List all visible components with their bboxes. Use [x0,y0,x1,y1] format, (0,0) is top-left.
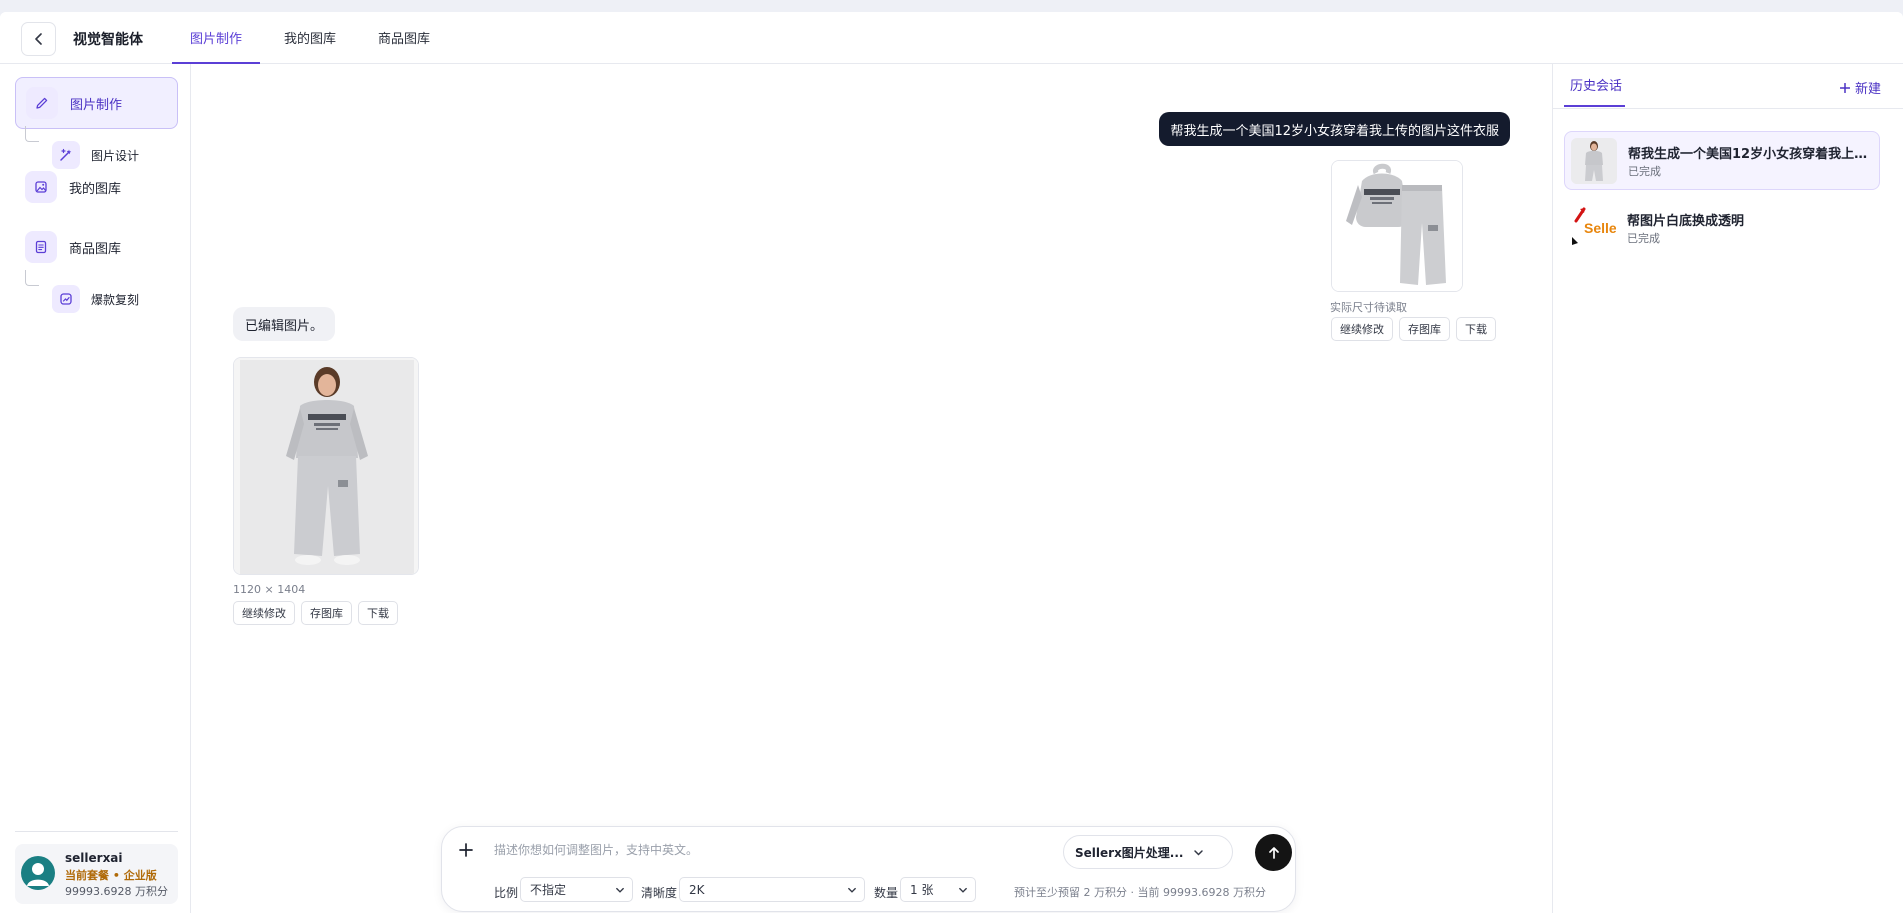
sidebar-item-product-gallery[interactable]: 商品图库 [15,221,178,273]
result-size: 1120 × 1404 [233,583,306,596]
user-message: 帮我生成一个美国12岁小女孩穿着我上传的图片这件衣服 [1159,112,1510,146]
plus-icon [459,843,473,857]
count-label: 数量 [874,886,899,900]
plus-icon [1839,82,1850,93]
history-item-title: 帮图片白底换成透明 [1627,214,1745,229]
sidebar-item-label: 我的图库 [69,181,122,197]
chevron-down-icon [1194,849,1204,856]
user-points: 99993.6928 万积分 [65,885,168,898]
uploaded-image[interactable] [1331,160,1463,292]
chevron-down-icon [616,887,624,893]
upload-actions: 继续修改 存图库 下载 [1331,317,1496,341]
back-button[interactable] [21,22,56,56]
history-thumbnail: Seller [1570,205,1616,251]
add-attachment-button[interactable] [457,841,475,859]
ai-message: 已编辑图片。 [233,307,336,341]
sidebar-item-label: 商品图库 [69,241,122,257]
result-actions: 继续修改 存图库 下载 [233,601,398,625]
sidebar-item-label: 爆款复刻 [91,292,140,307]
send-button[interactable] [1255,834,1292,871]
sidebar-divider [15,831,178,832]
ratio-label: 比例 [494,886,519,900]
composer: Sellerx图片处理... 比例 不指定 清晰度 2K 数量 1 张 预计至少… [441,826,1296,912]
history-panel: 历史会话 新建 帮我生成一个美国12岁小女孩穿着我上传的图片这件衣服 已完成 S… [1552,64,1903,913]
arrow-up-icon [1268,846,1279,859]
ratio-select-value: 不指定 [530,883,567,897]
tree-connector [25,270,39,286]
new-session-label: 新建 [1854,82,1881,97]
chevron-down-icon [848,887,856,893]
app-title: 视觉智能体 [73,32,143,48]
count-select[interactable]: 1 张 [900,877,976,902]
sidebar-item-my-gallery[interactable]: 我的图库 [15,161,178,213]
history-item-status: 已完成 [1627,232,1660,245]
sidebar-item-image-creation[interactable]: 图片制作 [15,77,178,129]
prompt-input[interactable] [494,838,1054,862]
upload-size-note: 实际尺寸待读取 [1330,301,1407,314]
download-button[interactable]: 下载 [358,601,398,625]
girl-outfit-image [234,358,418,574]
clarity-label: 清晰度 [641,886,678,900]
continue-edit-button[interactable]: 继续修改 [1331,317,1393,341]
continue-edit-button[interactable]: 继续修改 [233,601,295,625]
chat-area: 帮我生成一个美国12岁小女孩穿着我上传的图片这件衣服 实际尺寸待读取 继续修改 … [191,64,1552,913]
tab-image-creation[interactable]: 图片制作 [172,12,261,64]
app-window: 视觉智能体 图片制作 我的图库 商品图库 图片制作 图片设计 我的图库 商品图库… [0,12,1903,913]
clarity-select-value: 2K [689,882,705,897]
history-item-title: 帮我生成一个美国12岁小女孩穿着我上传的图片这件衣服 [1628,147,1873,162]
save-to-gallery-button[interactable]: 存图库 [1399,317,1450,341]
ratio-select[interactable]: 不指定 [520,877,633,902]
new-session-button[interactable]: 新建 [1839,78,1881,97]
history-item[interactable]: Seller 帮图片白底换成透明 已完成 [1564,199,1880,258]
image-icon [25,171,57,203]
user-name: sellerxai [65,851,123,865]
top-tabs: 图片制作 我的图库 商品图库 [172,12,454,64]
top-bar: 视觉智能体 图片制作 我的图库 商品图库 [0,12,1903,64]
history-item-status: 已完成 [1628,165,1661,178]
trend-icon [52,285,80,313]
chevron-down-icon [959,887,967,893]
history-item[interactable]: 帮我生成一个美国12岁小女孩穿着我上传的图片这件衣服 已完成 [1564,131,1880,190]
sidebar: 图片制作 图片设计 我的图库 商品图库 爆款复刻 sellerxai 当前套餐 … [0,64,191,913]
tab-my-gallery[interactable]: 我的图库 [266,12,354,64]
history-divider [1553,108,1903,109]
avatar [21,856,55,890]
result-image[interactable] [233,357,419,575]
tab-product-gallery[interactable]: 商品图库 [360,12,448,64]
document-icon [25,231,57,263]
sidebar-item-label: 图片制作 [70,97,123,113]
clarity-select[interactable]: 2K [679,877,865,902]
sidebar-item-hot-replica[interactable]: 爆款复刻 [52,284,139,314]
user-card[interactable]: sellerxai 当前套餐 • 企业版 99993.6928 万积分 [15,844,178,904]
history-thumbnail [1571,138,1617,184]
pencil-icon [26,87,58,119]
download-button[interactable]: 下载 [1456,317,1496,341]
hoodie-set-image [1332,161,1462,291]
points-estimate: 预计至少预留 2 万积分 · 当前 99993.6928 万积分 [1014,886,1266,899]
chevron-left-icon [34,33,42,45]
tab-history[interactable]: 历史会话 [1564,64,1626,107]
model-select[interactable]: Sellerx图片处理... [1063,835,1233,869]
count-select-value: 1 张 [910,883,934,897]
seller-logo-text: Seller [1584,220,1616,236]
model-select-value: Sellerx图片处理... [1075,845,1184,860]
save-to-gallery-button[interactable]: 存图库 [301,601,352,625]
tree-connector [25,126,39,142]
user-plan: 当前套餐 • 企业版 [65,869,157,882]
